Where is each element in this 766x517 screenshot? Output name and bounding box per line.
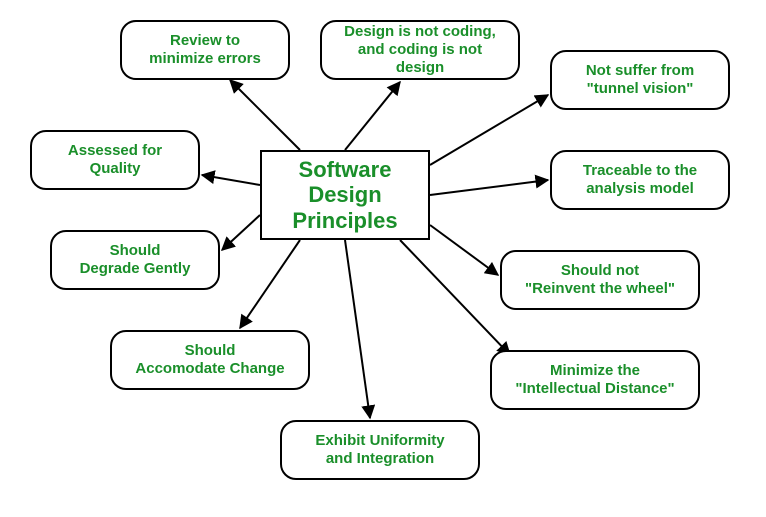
node-accomodate: Should Accomodate Change <box>110 330 310 390</box>
node-tunnel: Not suffer from "tunnel vision" <box>550 50 730 110</box>
node-label: Should Degrade Gently <box>80 242 191 278</box>
node-label: Should not "Reinvent the wheel" <box>525 262 675 298</box>
node-label: Review to minimize errors <box>149 32 261 68</box>
center-label: Software Design Principles <box>292 157 397 233</box>
node-quality: Assessed for Quality <box>30 130 200 190</box>
node-review: Review to minimize errors <box>120 20 290 80</box>
node-label: Exhibit Uniformity and Integration <box>315 432 444 468</box>
node-reinvent: Should not "Reinvent the wheel" <box>500 250 700 310</box>
node-label: Assessed for Quality <box>68 142 162 178</box>
node-label: Design is not coding, and coding is not … <box>332 23 508 77</box>
node-label: Should Accomodate Change <box>135 342 284 378</box>
node-minimize: Minimize the "Intellectual Distance" <box>490 350 700 410</box>
node-label: Minimize the "Intellectual Distance" <box>515 362 674 398</box>
node-uniformity: Exhibit Uniformity and Integration <box>280 420 480 480</box>
center-concept: Software Design Principles <box>260 150 430 240</box>
diagram-canvas: Software Design Principles Review to min… <box>0 0 766 517</box>
node-traceable: Traceable to the analysis model <box>550 150 730 210</box>
node-label: Traceable to the analysis model <box>583 162 697 198</box>
node-degrade: Should Degrade Gently <box>50 230 220 290</box>
node-coding: Design is not coding, and coding is not … <box>320 20 520 80</box>
node-label: Not suffer from "tunnel vision" <box>586 62 694 98</box>
